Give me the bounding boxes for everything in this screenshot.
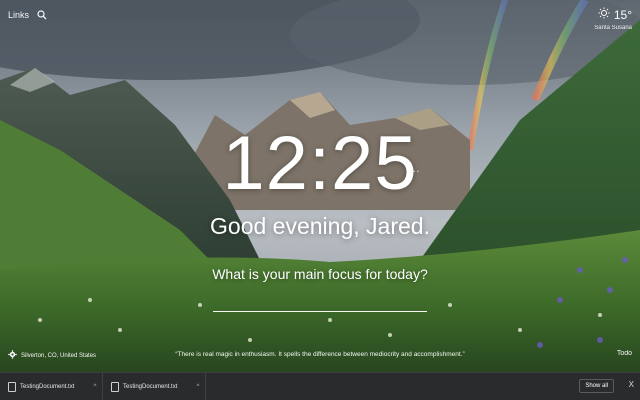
clock-options-button[interactable]: ...: [409, 164, 420, 175]
todo-button[interactable]: Todo: [617, 350, 632, 357]
links-button[interactable]: Links: [8, 10, 29, 20]
daily-quote: “There is real magic in enthusiasm. It s…: [175, 351, 465, 358]
download-file-name: TestingDocument.txt: [20, 383, 75, 390]
download-file-name: TestingDocument.txt: [123, 383, 178, 390]
weather-location: Santa Susana: [594, 25, 632, 31]
weather-widget[interactable]: 15° Santa Susana: [594, 6, 632, 31]
search-icon[interactable]: [37, 10, 47, 20]
show-all-button[interactable]: Show all: [579, 379, 614, 393]
document-icon: [8, 381, 16, 392]
download-item[interactable]: TestingDocument.txt ^: [103, 372, 206, 400]
top-left-bar: Links: [8, 10, 47, 20]
weather-temperature: 15°: [613, 8, 632, 22]
greeting-text: Good evening, Jared.: [210, 213, 430, 239]
download-item[interactable]: TestingDocument.txt ^: [0, 372, 103, 400]
chevron-up-icon[interactable]: ^: [88, 384, 102, 390]
sun-icon: [598, 6, 610, 24]
clock-time: 12:25: [222, 121, 418, 206]
chevron-up-icon[interactable]: ^: [191, 384, 205, 390]
focus-question: What is your main focus for today?: [212, 266, 428, 282]
close-shelf-button[interactable]: X: [629, 380, 634, 389]
document-icon: [111, 381, 119, 392]
download-shelf: TestingDocument.txt ^ TestingDocument.tx…: [0, 372, 640, 400]
focus-input[interactable]: [213, 292, 427, 312]
